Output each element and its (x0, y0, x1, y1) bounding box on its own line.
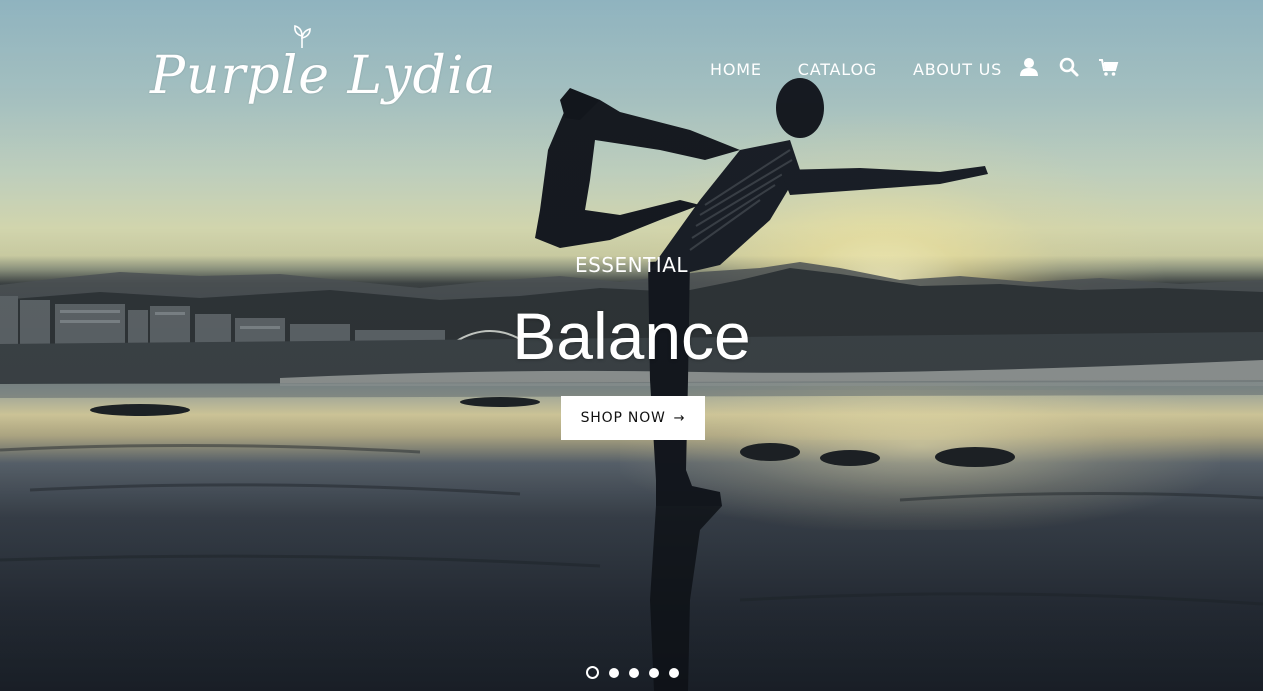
arrow-right-icon: → (673, 410, 686, 426)
slideshow-pagination (586, 666, 689, 679)
hero-title: Balance (512, 299, 751, 373)
main-navigation: HOME CATALOG ABOUT US (710, 58, 1038, 80)
slide-dot-5[interactable] (669, 667, 679, 678)
header-icons (1018, 56, 1138, 78)
brand-name: Purple Lydia (150, 46, 497, 106)
cart-icon[interactable] (1098, 56, 1120, 78)
site-logo[interactable]: Purple Lydia (150, 24, 495, 124)
nav-item-home[interactable]: HOME (710, 60, 762, 79)
shop-now-button[interactable]: SHOP NOW → (561, 396, 705, 440)
nav-item-about-us[interactable]: ABOUT US (913, 60, 1002, 79)
search-icon[interactable] (1058, 56, 1080, 78)
nav-item-catalog[interactable]: CATALOG (798, 60, 877, 79)
slide-dot-2[interactable] (609, 667, 619, 678)
hero-subtitle: ESSENTIAL (574, 253, 689, 277)
account-icon[interactable] (1018, 56, 1040, 78)
slide-dot-1[interactable] (586, 666, 599, 679)
shop-now-label: SHOP NOW (580, 410, 666, 426)
slide-dot-4[interactable] (649, 667, 659, 678)
slide-dot-3[interactable] (629, 667, 639, 678)
